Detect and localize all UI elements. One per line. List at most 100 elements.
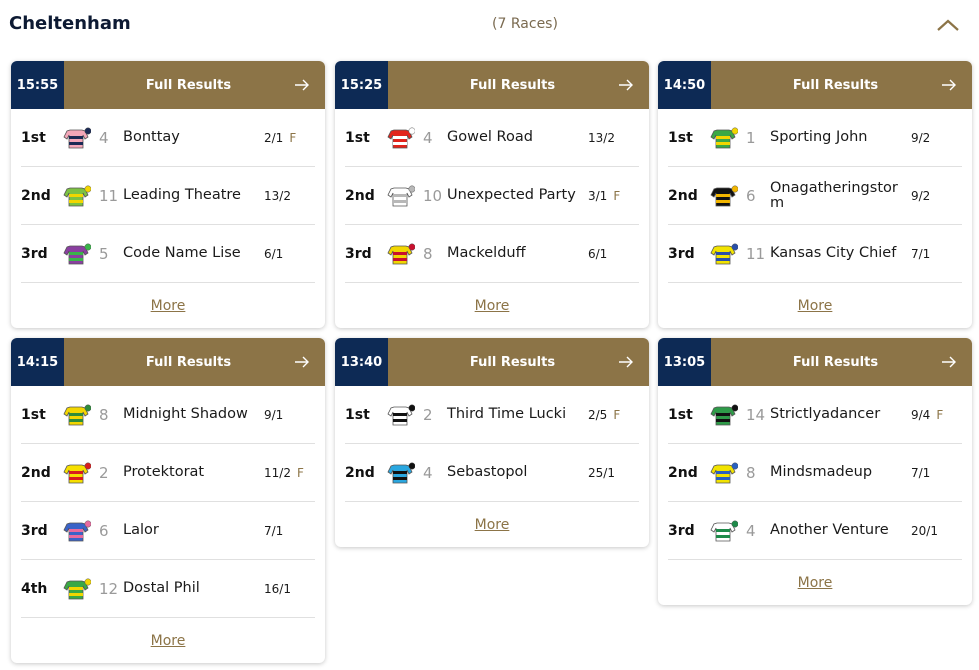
more-link[interactable]: More xyxy=(798,298,833,314)
odds-group: 16/1 xyxy=(264,582,297,596)
full-results-button[interactable]: Full Results xyxy=(711,61,972,109)
more-link[interactable]: More xyxy=(798,575,833,591)
jockey-silk-icon xyxy=(387,243,416,265)
race-time: 13:40 xyxy=(335,338,388,386)
odds: 2/1 xyxy=(264,131,284,145)
full-results-button[interactable]: Full Results xyxy=(388,338,649,386)
finish-position: 3rd xyxy=(345,245,372,262)
runner-number: 11 xyxy=(99,186,119,205)
jockey-silk-icon xyxy=(63,578,92,600)
odds: 6/1 xyxy=(264,247,284,261)
runner-number: 4 xyxy=(423,128,433,147)
horse-name[interactable]: Kansas City Chief xyxy=(770,246,910,261)
race-time: 15:25 xyxy=(335,61,388,109)
finish-position: 2nd xyxy=(668,464,698,481)
horse-name[interactable]: Mindsmadeup xyxy=(770,465,910,480)
finish-position: 2nd xyxy=(668,187,698,204)
race-card-header: 13:40 Full Results xyxy=(335,338,649,386)
jockey-silk-icon xyxy=(63,462,92,484)
runner-number: 14 xyxy=(746,405,766,424)
horse-name[interactable]: Mackelduff xyxy=(447,246,587,261)
horse-name[interactable]: Onagatheringstorm xyxy=(770,180,910,211)
arrow-right-icon xyxy=(293,353,311,371)
race-count: (7 Races) xyxy=(492,16,558,32)
more-container: More xyxy=(335,502,649,547)
odds-group: 13/2 xyxy=(588,131,621,145)
finish-position: 2nd xyxy=(345,187,375,204)
odds: 13/2 xyxy=(588,131,615,145)
odds-group: 11/2 F xyxy=(264,466,304,480)
odds-group: 9/2 xyxy=(911,131,936,145)
horse-name[interactable]: Leading Theatre xyxy=(123,188,263,203)
arrow-right-icon xyxy=(617,76,635,94)
result-row: 4th 12 Dostal Phil 16/1 xyxy=(21,560,315,618)
runner-number: 6 xyxy=(746,186,756,205)
chevron-up-icon[interactable] xyxy=(935,15,961,35)
race-card-header: 15:25 Full Results xyxy=(335,61,649,109)
odds: 9/2 xyxy=(911,189,931,203)
odds-group: 7/1 xyxy=(911,247,936,261)
odds: 25/1 xyxy=(588,466,615,480)
finish-position: 2nd xyxy=(21,187,51,204)
odds: 3/1 xyxy=(588,189,608,203)
odds: 7/1 xyxy=(911,247,931,261)
horse-name[interactable]: Gowel Road xyxy=(447,130,587,145)
full-results-button[interactable]: Full Results xyxy=(64,61,325,109)
race-time: 14:15 xyxy=(11,338,64,386)
horse-name[interactable]: Protektorat xyxy=(123,465,263,480)
finish-position: 3rd xyxy=(668,522,695,539)
result-row: 3rd 6 Lalor 7/1 xyxy=(21,502,315,560)
more-link[interactable]: More xyxy=(151,633,186,649)
result-row: 2nd 6 Onagatheringstorm 9/2 xyxy=(668,167,962,225)
result-row: 2nd 11 Leading Theatre 13/2 xyxy=(21,167,315,225)
odds: 7/1 xyxy=(911,466,931,480)
finish-position: 3rd xyxy=(21,245,48,262)
race-card-header: 14:15 Full Results xyxy=(11,338,325,386)
full-results-button[interactable]: Full Results xyxy=(711,338,972,386)
odds: 20/1 xyxy=(911,524,938,538)
full-results-button[interactable]: Full Results xyxy=(64,338,325,386)
jockey-silk-icon xyxy=(63,185,92,207)
jockey-silk-icon xyxy=(387,127,416,149)
horse-name[interactable]: Bonttay xyxy=(123,130,263,145)
horse-name[interactable]: Lalor xyxy=(123,523,263,538)
result-row: 1st 4 Gowel Road 13/2 xyxy=(345,109,639,167)
jockey-silk-icon xyxy=(387,404,416,426)
horse-name[interactable]: Sebastopol xyxy=(447,465,587,480)
odds: 9/4 xyxy=(911,408,931,422)
horse-name[interactable]: Midnight Shadow xyxy=(123,407,263,422)
horse-name[interactable]: Another Venture xyxy=(770,523,910,538)
finish-position: 1st xyxy=(21,129,46,146)
race-card-header: 14:50 Full Results xyxy=(658,61,972,109)
race-card: 15:25 Full Results 1st 4 Gowel Road 13/2… xyxy=(335,61,649,328)
more-container: More xyxy=(658,283,972,328)
horse-name[interactable]: Sporting John xyxy=(770,130,910,145)
more-link[interactable]: More xyxy=(475,298,510,314)
horse-name[interactable]: Third Time Lucki xyxy=(447,407,587,422)
race-card: 13:40 Full Results 1st 2 Third Time Luck… xyxy=(335,338,649,547)
horse-name[interactable]: Unexpected Party xyxy=(447,188,587,203)
full-results-label: Full Results xyxy=(469,354,556,370)
jockey-silk-icon xyxy=(710,404,739,426)
finish-position: 1st xyxy=(21,406,46,423)
result-row: 2nd 4 Sebastopol 25/1 xyxy=(345,444,639,502)
jockey-silk-icon xyxy=(710,243,739,265)
race-time: 15:55 xyxy=(11,61,64,109)
jockey-silk-icon xyxy=(63,404,92,426)
runner-number: 10 xyxy=(423,186,443,205)
horse-name[interactable]: Strictlyadancer xyxy=(770,407,910,422)
runner-number: 8 xyxy=(423,244,433,263)
finish-position: 1st xyxy=(668,129,693,146)
horse-name[interactable]: Code Name Lise xyxy=(123,246,263,261)
jockey-silk-icon xyxy=(710,462,739,484)
jockey-silk-icon xyxy=(63,520,92,542)
more-link[interactable]: More xyxy=(475,517,510,533)
finish-position: 3rd xyxy=(668,245,695,262)
full-results-button[interactable]: Full Results xyxy=(388,61,649,109)
more-container: More xyxy=(335,283,649,328)
jockey-silk-icon xyxy=(387,462,416,484)
horse-name[interactable]: Dostal Phil xyxy=(123,581,263,596)
odds-group: 25/1 xyxy=(588,466,621,480)
more-link[interactable]: More xyxy=(151,298,186,314)
odds-group: 20/1 xyxy=(911,524,944,538)
